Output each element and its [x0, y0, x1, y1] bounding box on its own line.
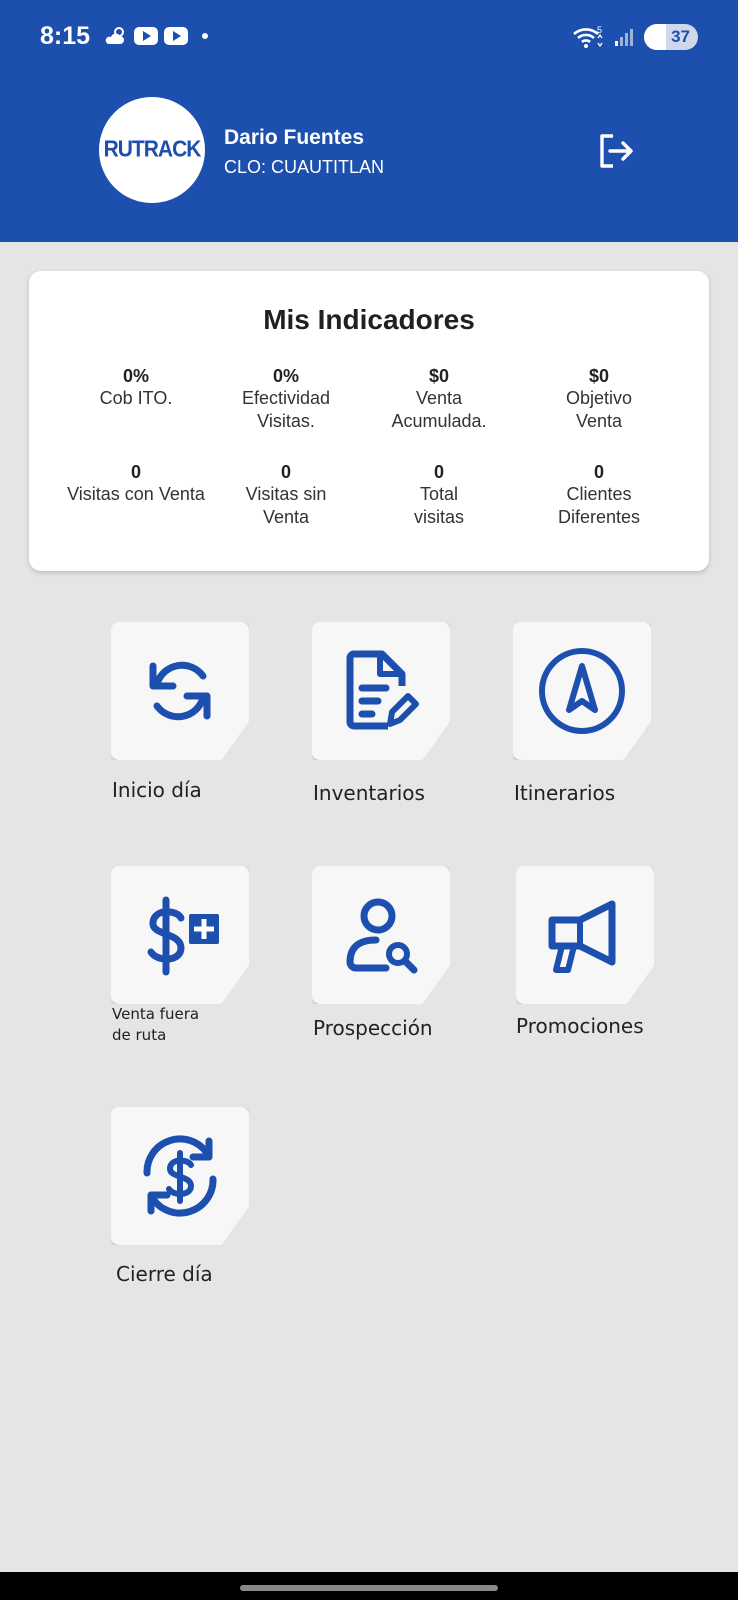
indicator-label: Visitas con Venta	[67, 484, 205, 504]
menu-tile-itinerarios[interactable]	[513, 622, 651, 760]
indicator-value: 0	[593, 462, 604, 482]
dollar-plus-icon	[147, 896, 219, 976]
user-search-icon	[346, 898, 418, 974]
status-bar: 8:15 5 37	[0, 0, 738, 78]
indicator-objetivo-venta: $0 Objetivo Venta	[549, 365, 649, 433]
indicators-card: Mis Indicadores 0% Cob ITO. 0% Efectivid…	[29, 271, 709, 571]
indicator-label: Total visitas	[413, 484, 464, 527]
weather-cloud-sun-icon	[105, 27, 124, 44]
indicator-efectividad: 0% Efectividad Visitas.	[211, 365, 361, 433]
indicator-value: 0	[130, 462, 141, 482]
indicator-label: Efectividad Visitas.	[241, 388, 331, 431]
menu-tile-inicio-dia[interactable]	[111, 622, 249, 760]
indicator-label: Cob ITO.	[99, 388, 173, 408]
menu-label-venta-fuera-de-ruta[interactable]: Venta fuera de ruta	[112, 1004, 222, 1046]
indicator-value: 0%	[272, 366, 299, 386]
indicator-total-visitas: 0 Total visitas	[394, 461, 484, 529]
navigation-icon	[539, 648, 625, 734]
menu-tile-inventarios[interactable]	[312, 622, 450, 760]
menu-label-inicio-dia[interactable]: Inicio día	[112, 778, 202, 802]
indicator-visitas-sin-venta: 0 Visitas sin Venta	[221, 461, 351, 529]
avatar: RUTRACK	[99, 97, 205, 203]
indicator-label: Objetivo Venta	[565, 388, 633, 431]
brand-logo: RUTRACK	[103, 136, 202, 163]
indicator-venta-acumulada: $0 Venta Acumulada.	[374, 365, 504, 433]
status-left-icons	[104, 26, 208, 46]
svg-text:5: 5	[597, 25, 602, 35]
sync-icon	[149, 661, 211, 721]
indicator-clientes-diferentes: 0 Clientes Diferentes	[549, 461, 649, 529]
indicator-value: $0	[588, 366, 610, 386]
app-header: 8:15 5 37 RUTRACK Dario Fuentes CLO: CUA…	[0, 0, 738, 242]
battery-icon: 37	[644, 24, 698, 50]
menu-tile-promociones[interactable]	[516, 866, 654, 1004]
menu-label-prospeccion[interactable]: Prospección	[313, 1016, 433, 1040]
indicator-value: 0%	[122, 366, 149, 386]
notification-dot-icon	[202, 33, 208, 39]
wifi-icon: 5	[573, 25, 603, 48]
user-name: Dario Fuentes	[224, 126, 365, 149]
indicator-cob-ito: 0% Cob ITO.	[56, 365, 216, 410]
menu-label-cierre-dia[interactable]: Cierre día	[116, 1262, 213, 1286]
signal-icon	[615, 29, 633, 46]
indicator-label: Venta Acumulada.	[391, 388, 487, 431]
menu-label-inventarios[interactable]: Inventarios	[313, 781, 425, 805]
indicator-label: Clientes Diferentes	[557, 484, 641, 527]
menu-label-itinerarios[interactable]: Itinerarios	[514, 781, 615, 805]
status-right-icons: 5 37	[572, 24, 698, 50]
user-clo: CLO: CUAUTITLAN	[224, 157, 385, 177]
money-sync-icon	[143, 1135, 217, 1217]
youtube-icon	[164, 27, 188, 45]
menu-tile-prospeccion[interactable]	[312, 866, 450, 1004]
indicators-title: Mis Indicadores	[263, 304, 475, 335]
megaphone-icon	[548, 900, 616, 973]
menu-label-promociones[interactable]: Promociones	[516, 1014, 644, 1038]
indicator-visitas-con-venta: 0 Visitas con Venta	[56, 461, 216, 506]
logout-icon[interactable]	[597, 131, 637, 171]
youtube-icon	[134, 27, 158, 45]
document-edit-icon	[346, 650, 419, 730]
status-time: 8:15	[40, 22, 91, 50]
indicator-value: 0	[433, 462, 444, 482]
menu-tile-venta-fuera-de-ruta[interactable]	[111, 866, 249, 1004]
indicator-label: Visitas sin Venta	[245, 484, 327, 527]
indicator-value: $0	[428, 366, 450, 386]
indicator-value: 0	[280, 462, 291, 482]
home-gesture-handle[interactable]	[240, 1585, 498, 1591]
menu-label-text: Venta fuera de ruta	[112, 1005, 200, 1044]
menu-tile-cierre-dia[interactable]	[111, 1107, 249, 1245]
